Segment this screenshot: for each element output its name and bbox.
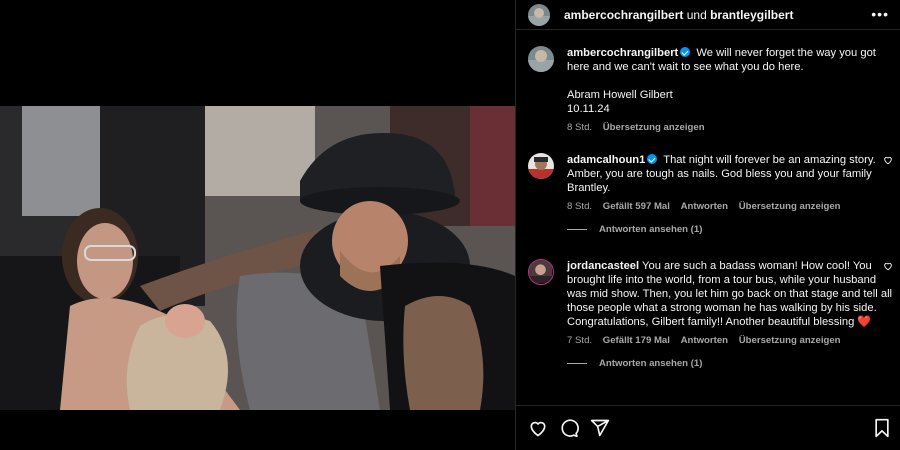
caption: ambercochrangilbert We will never forget… bbox=[528, 46, 893, 133]
comment-item: adamcalhoun1 That night will forever be … bbox=[528, 153, 893, 235]
comment-likes[interactable]: Gefällt 179 Mal bbox=[603, 335, 670, 346]
view-replies-button[interactable]: Antworten ansehen (1) bbox=[567, 224, 893, 235]
view-replies-label: Antworten ansehen (1) bbox=[599, 224, 703, 235]
comment-reply-button[interactable]: Antworten bbox=[681, 335, 728, 346]
comment-username[interactable]: jordancasteel bbox=[567, 260, 639, 272]
post-header: ambercochrangilbert und brantleygilbert … bbox=[516, 0, 900, 30]
comment-meta: 8 Std. Gefällt 597 Mal Antworten Überset… bbox=[567, 201, 893, 212]
post-authors: ambercochrangilbert und brantleygilbert bbox=[564, 8, 793, 22]
bookmark-icon[interactable] bbox=[872, 418, 892, 438]
photo-image bbox=[0, 106, 515, 410]
author-username[interactable]: ambercochrangilbert bbox=[564, 8, 683, 22]
author-connector: und bbox=[686, 7, 707, 22]
comment-reply-button[interactable]: Antworten bbox=[681, 201, 728, 212]
comment-meta: 7 Std. Gefällt 179 Mal Antworten Überset… bbox=[567, 335, 893, 346]
post-media bbox=[0, 0, 515, 450]
commenter-avatar[interactable] bbox=[528, 259, 554, 285]
post-photo[interactable] bbox=[0, 106, 515, 410]
caption-avatar[interactable] bbox=[528, 46, 554, 72]
comment-translate-button[interactable]: Übersetzung anzeigen bbox=[739, 201, 841, 212]
comment-time[interactable]: 8 Std. bbox=[567, 201, 592, 212]
author-avatar[interactable] bbox=[528, 3, 550, 26]
comment-icon[interactable] bbox=[559, 418, 579, 438]
replies-divider bbox=[567, 363, 587, 364]
comment-like-heart-icon[interactable] bbox=[883, 155, 893, 165]
comment-time[interactable]: 7 Std. bbox=[567, 335, 592, 346]
comment-translate-button[interactable]: Übersetzung anzeigen bbox=[739, 335, 841, 346]
comment-body: jordancasteel You are such a badass woma… bbox=[567, 259, 893, 329]
coauthor-username[interactable]: brantleygilbert bbox=[710, 8, 793, 22]
post-details-panel: ambercochrangilbert und brantleygilbert … bbox=[515, 0, 900, 450]
comment-like-heart-icon[interactable] bbox=[883, 261, 893, 271]
caption-body: ambercochrangilbert We will never forget… bbox=[567, 46, 893, 116]
caption-time[interactable]: 8 Std. bbox=[567, 122, 592, 133]
verified-badge-icon bbox=[680, 47, 691, 57]
caption-name-line: Abram Howell Gilbert bbox=[567, 89, 673, 101]
commenter-avatar[interactable] bbox=[528, 153, 554, 179]
heart-icon[interactable] bbox=[528, 418, 548, 438]
verified-badge-icon bbox=[647, 154, 658, 164]
share-icon[interactable] bbox=[590, 418, 610, 438]
caption-meta: 8 Std. Übersetzung anzeigen bbox=[567, 122, 893, 133]
view-replies-label: Antworten ansehen (1) bbox=[599, 358, 703, 369]
replies-divider bbox=[567, 229, 587, 230]
comment-likes[interactable]: Gefällt 597 Mal bbox=[603, 201, 670, 212]
caption-date-line: 10.11.24 bbox=[567, 103, 610, 115]
post-action-bar bbox=[516, 405, 900, 450]
caption-username[interactable]: ambercochrangilbert bbox=[567, 47, 678, 59]
comment-username[interactable]: adamcalhoun1 bbox=[567, 154, 645, 166]
view-replies-button[interactable]: Antworten ansehen (1) bbox=[567, 358, 893, 369]
caption-translate-button[interactable]: Übersetzung anzeigen bbox=[603, 122, 705, 133]
comment-item: jordancasteel You are such a badass woma… bbox=[528, 259, 893, 369]
more-horizontal-icon[interactable]: ••• bbox=[871, 6, 889, 22]
comment-body: adamcalhoun1 That night will forever be … bbox=[567, 153, 893, 195]
